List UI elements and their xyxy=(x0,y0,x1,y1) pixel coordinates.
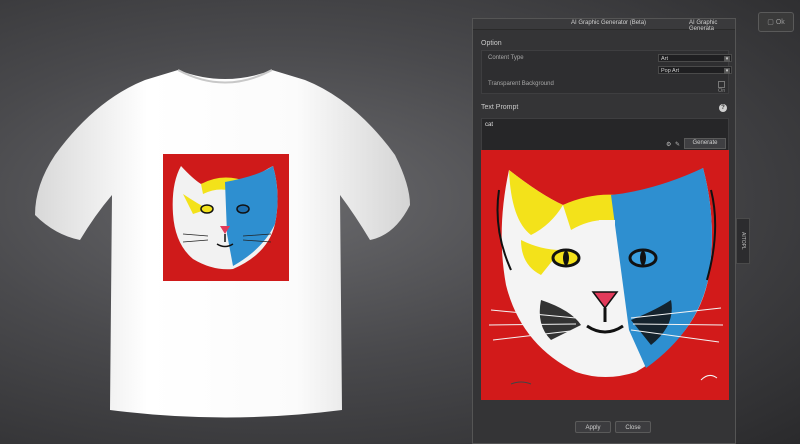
panel-footer: Apply Close xyxy=(473,413,735,443)
transparent-background-checkbox[interactable]: On xyxy=(718,81,728,94)
panel-titlebar: AI Graphic Generator (Beta) AI Graphic G… xyxy=(473,19,735,32)
option-header: Option xyxy=(481,40,502,47)
chevron-down-icon: ▾ xyxy=(724,55,730,62)
option-box: Content Type Art ▾ Pop Art ▾ Transparent… xyxy=(481,50,732,94)
pen-icon[interactable]: ✎ xyxy=(675,142,681,148)
style-select[interactable]: Pop Art ▾ xyxy=(658,66,732,74)
panel-title: AI Graphic Generator (Beta) xyxy=(571,20,647,26)
generated-image[interactable] xyxy=(481,150,729,400)
tshirt-print xyxy=(163,154,289,281)
help-icon[interactable]: ? xyxy=(719,104,727,112)
checkbox-icon xyxy=(718,81,725,88)
ai-graphic-generator-panel: AI Graphic Generator (Beta) AI Graphic G… xyxy=(472,18,736,444)
generate-button[interactable]: Generate xyxy=(684,138,726,149)
chevron-down-icon: ▾ xyxy=(724,67,730,74)
text-prompt-header: Text Prompt ? xyxy=(473,100,735,116)
3d-viewport[interactable] xyxy=(0,0,470,444)
prompt-text[interactable]: cat xyxy=(485,122,493,128)
apply-button[interactable]: Apply xyxy=(575,421,611,433)
window-icon: ▢ xyxy=(767,19,774,26)
close-button[interactable]: Close xyxy=(615,421,651,433)
sidebar-tab[interactable]: AITOPL xyxy=(736,218,750,264)
tshirt-model[interactable] xyxy=(0,0,470,444)
panel-title-secondary: AI Graphic Generata xyxy=(689,20,718,32)
settings-icon[interactable]: ⚙ xyxy=(666,142,672,148)
content-type-label: Content Type xyxy=(488,55,524,61)
transparent-background-label: Transparent Background xyxy=(488,81,554,87)
window-toggle-button[interactable]: ▢ Ok xyxy=(758,12,794,32)
prompt-input[interactable]: cat ⚙ ✎ Generate xyxy=(481,118,729,152)
content-type-select[interactable]: Art ▾ xyxy=(658,54,732,62)
